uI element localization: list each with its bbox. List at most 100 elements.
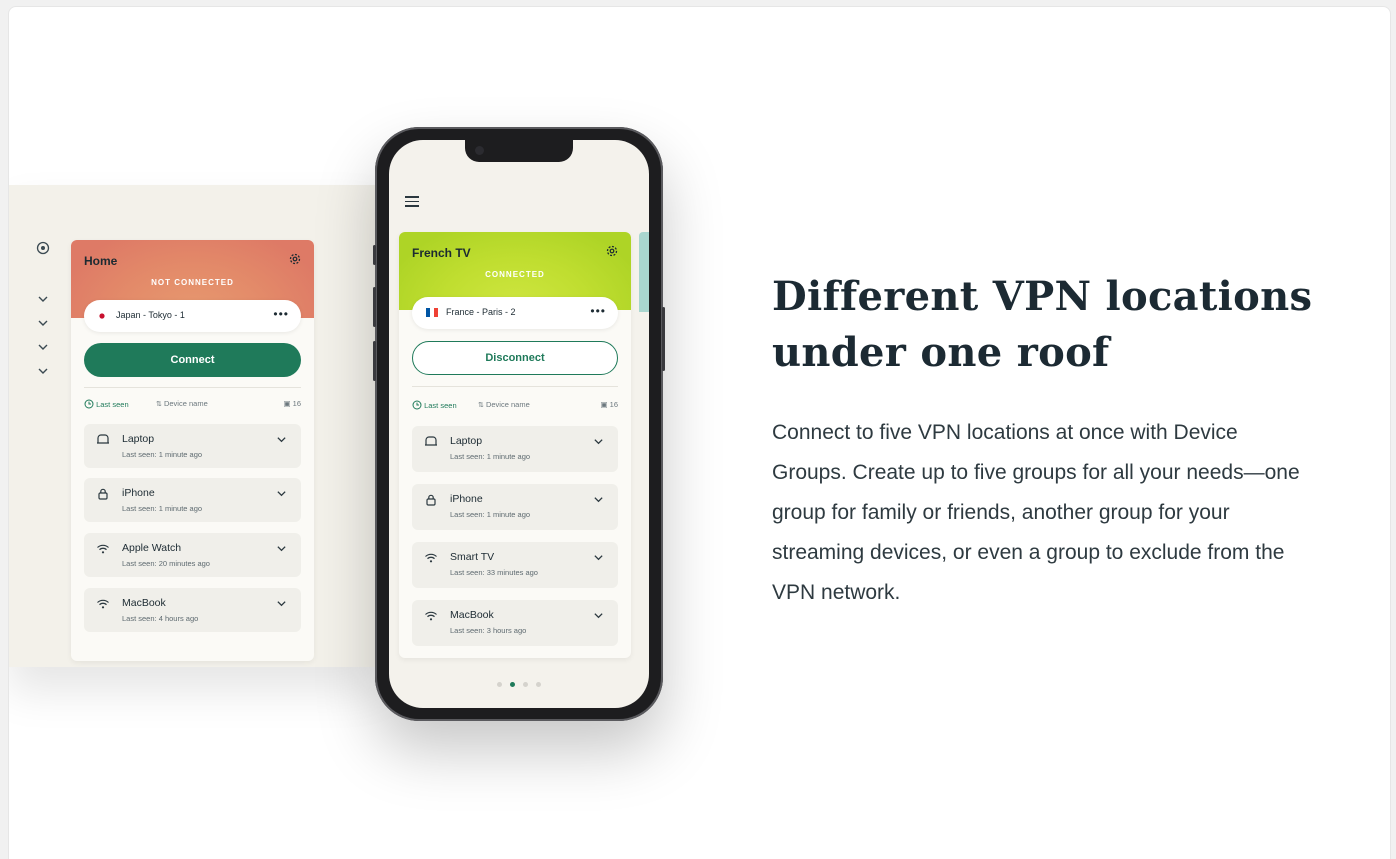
headline-line-1: Different VPN locations (772, 273, 1313, 320)
device-row[interactable]: Laptop Last seen: 1 minute ago (412, 426, 618, 472)
chevron-down-icon[interactable] (276, 488, 287, 502)
chevron-down-icon[interactable] (276, 434, 287, 448)
lock-icon (96, 487, 110, 501)
device-name: Laptop (122, 433, 155, 445)
device-name: Apple Watch (122, 542, 182, 554)
sort-last-seen[interactable]: Last seen (84, 399, 129, 409)
sort-device-name[interactable]: ⇅ Device name (478, 400, 530, 409)
device-name: MacBook (122, 597, 166, 609)
location-label: France - Paris - 2 (446, 307, 516, 317)
device-name: MacBook (450, 609, 494, 621)
pager-dot[interactable] (536, 682, 541, 687)
device-name: iPhone (450, 493, 483, 505)
lock-icon (424, 493, 438, 507)
sort-bar: Last seen ⇅ Device name ▣ 16 (84, 397, 301, 413)
device-last-seen: Last seen: 1 minute ago (450, 452, 531, 461)
france-flag-icon (426, 308, 438, 319)
gear-icon[interactable] (605, 244, 619, 258)
section-body: Connect to five VPN locations at once wi… (772, 421, 1300, 604)
device-last-seen: Last seen: 4 hours ago (122, 614, 199, 623)
clock-icon (84, 399, 94, 409)
laptop-icon (424, 435, 438, 449)
device-last-seen: Last seen: 1 minute ago (122, 504, 203, 513)
device-row[interactable]: iPhone Last seen: 1 minute ago (412, 484, 618, 530)
laptop-icon (96, 433, 110, 447)
phone-mockup: French TV CONNECTED France - Paris - 2 •… (373, 127, 665, 721)
device-row[interactable]: Apple Watch Last seen: 20 minutes ago (84, 533, 301, 577)
feature-section: Home NOT CONNECTED Japan - Tokyo - 1 •••… (8, 6, 1391, 859)
devices-icon: ▣ (600, 400, 608, 409)
chevron-down-icon[interactable] (276, 598, 287, 612)
connect-button[interactable]: Connect (84, 343, 301, 377)
camera-icon (475, 146, 484, 155)
device-last-seen: Last seen: 1 minute ago (122, 450, 203, 459)
chevron-down-icon[interactable] (593, 552, 604, 566)
chevron-down-icon[interactable] (593, 436, 604, 450)
phone-screen: French TV CONNECTED France - Paris - 2 •… (389, 140, 649, 708)
device-group-card-home: Home NOT CONNECTED Japan - Tokyo - 1 •••… (71, 240, 314, 661)
phone-side-button (373, 287, 376, 327)
location-selector[interactable]: Japan - Tokyo - 1 ••• (84, 300, 301, 332)
connection-status: NOT CONNECTED (151, 278, 234, 287)
headline-line-2: under one roof (772, 329, 1110, 376)
device-last-seen: Last seen: 3 hours ago (450, 626, 527, 635)
sort-az-icon: ⇅ (156, 401, 162, 408)
device-count: ▣ 16 (600, 400, 618, 409)
wifi-icon (424, 551, 438, 565)
device-count: ▣ 16 (283, 399, 301, 408)
devices-icon: ▣ (283, 399, 291, 408)
chevron-down-icon[interactable] (35, 341, 51, 357)
device-name: Laptop (450, 435, 483, 447)
device-row[interactable]: MacBook Last seen: 4 hours ago (84, 588, 301, 632)
phone-side-button (373, 245, 376, 265)
divider (84, 387, 301, 388)
chevron-down-icon[interactable] (276, 543, 287, 557)
device-name: iPhone (122, 487, 155, 499)
device-row[interactable]: iPhone Last seen: 1 minute ago (84, 478, 301, 522)
card-title: French TV (412, 246, 471, 260)
pager-dot[interactable] (497, 682, 502, 687)
sort-bar: Last seen ⇅ Device name ▣ 16 (412, 398, 618, 414)
phone-side-button (373, 341, 376, 381)
wifi-icon (96, 542, 110, 556)
gear-icon[interactable] (288, 252, 302, 266)
device-group-card-french-tv: French TV CONNECTED France - Paris - 2 •… (399, 232, 631, 658)
menu-icon[interactable] (405, 196, 419, 210)
section-headline: Different VPN locations under one roof (772, 269, 1332, 381)
device-last-seen: Last seen: 1 minute ago (450, 510, 531, 519)
back-circle-icon[interactable] (35, 241, 51, 257)
next-card-peek (639, 232, 649, 312)
desktop-sidebar (35, 241, 55, 389)
chevron-down-icon[interactable] (593, 610, 604, 624)
divider (412, 386, 618, 387)
device-row[interactable]: Laptop Last seen: 1 minute ago (84, 424, 301, 468)
chevron-down-icon[interactable] (35, 293, 51, 309)
phone-notch (465, 140, 573, 162)
more-options-icon[interactable]: ••• (590, 304, 606, 318)
chevron-down-icon[interactable] (35, 317, 51, 333)
pager-dot[interactable] (523, 682, 528, 687)
sort-last-seen[interactable]: Last seen (412, 400, 457, 410)
chevron-down-icon[interactable] (593, 494, 604, 508)
device-row[interactable]: Smart TV Last seen: 33 minutes ago (412, 542, 618, 588)
chevron-down-icon[interactable] (35, 365, 51, 381)
desktop-app-window: Home NOT CONNECTED Japan - Tokyo - 1 •••… (9, 185, 381, 667)
location-label: Japan - Tokyo - 1 (116, 310, 185, 320)
disconnect-button[interactable]: Disconnect (412, 341, 618, 375)
device-row[interactable]: MacBook Last seen: 3 hours ago (412, 600, 618, 646)
connection-status: CONNECTED (485, 270, 545, 279)
device-last-seen: Last seen: 33 minutes ago (450, 568, 538, 577)
card-title: Home (84, 254, 118, 268)
sort-az-icon: ⇅ (478, 402, 484, 409)
location-selector[interactable]: France - Paris - 2 ••• (412, 297, 618, 329)
carousel-pager[interactable] (389, 674, 649, 692)
wifi-icon (96, 597, 110, 611)
japan-flag-icon (98, 312, 106, 322)
wifi-icon (424, 609, 438, 623)
more-options-icon[interactable]: ••• (273, 307, 289, 321)
pager-dot-active[interactable] (510, 682, 515, 687)
clock-icon (412, 400, 422, 410)
device-name: Smart TV (450, 551, 495, 563)
phone-side-button (662, 307, 665, 371)
sort-device-name[interactable]: ⇅ Device name (156, 399, 208, 408)
